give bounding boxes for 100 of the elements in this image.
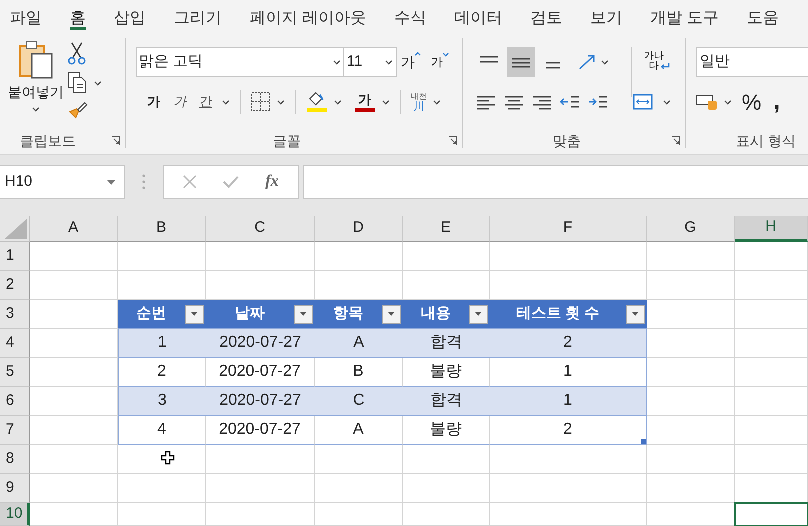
cancel-icon[interactable] — [183, 175, 198, 189]
grid-cell[interactable] — [647, 271, 735, 300]
grid-cell[interactable] — [118, 242, 206, 271]
grid-cell[interactable] — [118, 445, 206, 474]
row-header[interactable]: 9 — [0, 474, 30, 503]
row-header[interactable]: 6 — [0, 387, 30, 416]
formula-input[interactable] — [303, 165, 808, 199]
grid-cell[interactable] — [206, 474, 315, 503]
filter-button[interactable] — [469, 304, 488, 324]
caret-icon[interactable] — [724, 100, 732, 104]
ribbon-tab[interactable]: 개발 도구 — [650, 0, 719, 32]
grid-cell[interactable] — [315, 445, 403, 474]
shrink-font-button[interactable]: 가 — [431, 53, 449, 71]
scissors-icon[interactable] — [68, 42, 86, 66]
select-all-corner[interactable] — [0, 216, 30, 242]
grid-cell[interactable] — [735, 445, 808, 474]
caret-icon[interactable] — [663, 100, 671, 104]
grid-cell[interactable] — [647, 300, 735, 329]
caret-icon[interactable] — [334, 100, 342, 104]
caret-icon[interactable] — [333, 60, 341, 64]
row-header[interactable]: 7 — [0, 416, 30, 445]
grid-cell[interactable] — [30, 474, 118, 503]
ribbon-tab[interactable]: 그리기 — [174, 0, 222, 32]
grid-cell[interactable] — [647, 387, 735, 416]
caret-icon[interactable] — [433, 100, 441, 104]
align-right-icon[interactable] — [531, 94, 553, 110]
font-size-combobox[interactable]: 11 — [344, 47, 397, 77]
ribbon-tab[interactable]: 홈 — [70, 0, 86, 32]
grid-cell[interactable] — [647, 445, 735, 474]
grid-cell[interactable] — [647, 242, 735, 271]
dialog-launcher-icon[interactable] — [448, 136, 458, 146]
ribbon-tab[interactable]: 파일 — [10, 0, 42, 32]
row-header[interactable]: 2 — [0, 271, 30, 300]
grid-cell[interactable] — [30, 445, 118, 474]
ribbon-tab[interactable]: 검토 — [530, 0, 562, 32]
fill-bucket-icon[interactable] — [306, 91, 328, 113]
paste-button[interactable]: 붙여넣기 — [4, 40, 68, 128]
row-header[interactable]: 3 — [0, 300, 30, 329]
font-name-combobox[interactable]: 맑은 고딕 — [136, 47, 344, 77]
number-format-combobox[interactable]: 일반 — [696, 47, 808, 77]
dialog-launcher-icon[interactable] — [111, 136, 121, 146]
grid-cell[interactable] — [403, 474, 490, 503]
column-header[interactable]: B — [118, 216, 206, 242]
dropdown-arrow-icon[interactable] — [107, 180, 116, 184]
align-left-icon[interactable] — [475, 94, 497, 110]
grid-cell[interactable] — [315, 242, 403, 271]
caret-icon[interactable] — [222, 100, 230, 104]
active-cell[interactable] — [735, 503, 808, 526]
vertical-align-button[interactable] — [507, 47, 535, 77]
row-header[interactable]: 1 — [0, 242, 30, 271]
ribbon-tab[interactable]: 삽입 — [114, 0, 146, 32]
grid-cell[interactable] — [490, 242, 647, 271]
column-header[interactable]: H — [735, 216, 808, 242]
grid-cell[interactable] — [30, 503, 118, 526]
grid-cell[interactable] — [118, 503, 206, 526]
grid-cell[interactable] — [647, 358, 735, 387]
row-header[interactable]: 10 — [0, 503, 30, 526]
caret-icon[interactable] — [32, 107, 40, 112]
filter-button[interactable] — [185, 304, 204, 324]
grid-cell[interactable] — [647, 474, 735, 503]
grid-cell[interactable] — [30, 242, 118, 271]
caret-icon[interactable] — [385, 60, 393, 64]
column-header[interactable]: C — [206, 216, 315, 242]
grid-cell[interactable] — [735, 271, 808, 300]
bold-button[interactable]: 가 — [144, 92, 164, 112]
column-header[interactable]: D — [315, 216, 403, 242]
grid-cell[interactable] — [403, 445, 490, 474]
paintbrush-icon[interactable] — [68, 100, 88, 120]
row-header[interactable]: 8 — [0, 445, 30, 474]
drag-handle-icon[interactable] — [142, 174, 146, 190]
grid-cell[interactable] — [647, 416, 735, 445]
borders-icon[interactable] — [251, 92, 271, 112]
grid-cell[interactable] — [735, 387, 808, 416]
align-center-icon[interactable] — [503, 94, 525, 110]
row-header[interactable]: 4 — [0, 329, 30, 358]
caret-icon[interactable] — [601, 60, 609, 64]
ribbon-tab[interactable]: 데이터 — [454, 0, 502, 32]
grid-cell[interactable] — [30, 271, 118, 300]
row-header[interactable]: 5 — [0, 358, 30, 387]
dialog-launcher-icon[interactable] — [671, 136, 681, 146]
wrap-text-button[interactable]: 가나 다 — [644, 52, 664, 72]
filter-button[interactable] — [294, 304, 313, 324]
grid-cell[interactable] — [403, 503, 490, 526]
caret-icon[interactable] — [382, 100, 390, 104]
resize-handle[interactable] — [641, 439, 646, 444]
phonetic-button[interactable]: 내천 川 — [411, 92, 427, 112]
merge-cells-icon[interactable] — [633, 94, 653, 110]
currency-icon[interactable] — [696, 93, 718, 111]
grid-cell[interactable] — [735, 300, 808, 329]
decrease-indent-icon[interactable] — [559, 94, 581, 110]
ribbon-tab[interactable]: 수식 — [394, 0, 426, 32]
increase-indent-icon[interactable] — [587, 94, 609, 110]
column-header[interactable]: E — [403, 216, 490, 242]
percent-button[interactable]: % — [742, 86, 762, 118]
insert-function-button[interactable]: fx — [266, 170, 279, 194]
underline-button[interactable]: 간 — [196, 92, 216, 112]
ribbon-tab[interactable]: 페이지 레이아웃 — [250, 0, 366, 32]
ribbon-tab[interactable]: 도움 — [746, 0, 779, 32]
font-color-button[interactable]: 가 — [354, 92, 376, 112]
grow-font-button[interactable]: 가 — [401, 52, 421, 72]
